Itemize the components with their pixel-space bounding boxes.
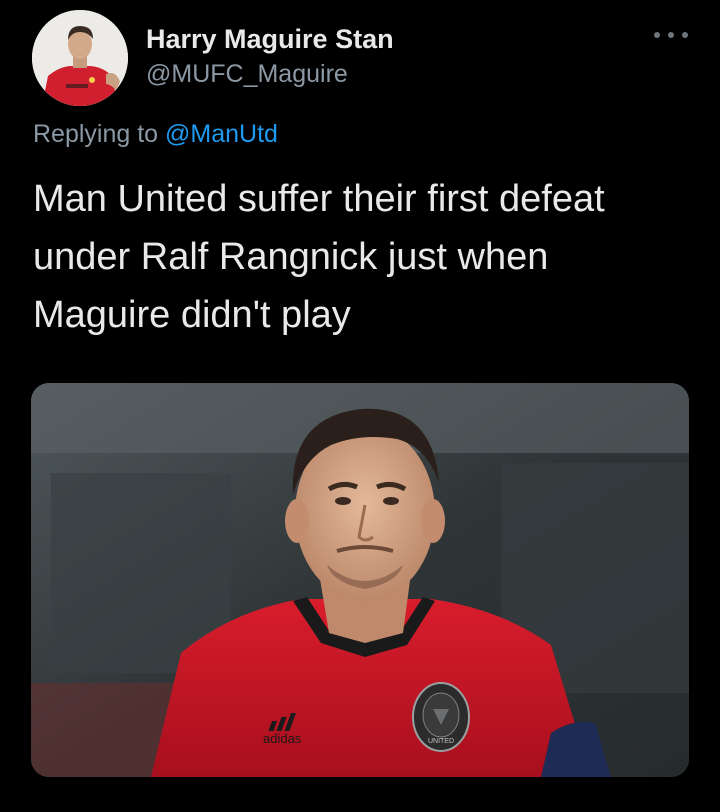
more-options-icon[interactable] — [654, 28, 688, 42]
more-dot — [668, 32, 674, 38]
user-handle[interactable]: @MUFC_Maguire — [146, 60, 348, 89]
tweet-media-photo[interactable]: adidas UNITED — [31, 383, 689, 777]
avatar-image — [32, 10, 128, 106]
more-dot — [654, 32, 660, 38]
tweet-text-line: Maguire didn't play — [33, 294, 351, 336]
replying-to-mention[interactable]: @ManUtd — [165, 120, 278, 148]
tweet: Harry Maguire Stan @MUFC_Maguire Replyin… — [0, 0, 720, 812]
tweet-text-line: under Ralf Rangnick just when — [33, 236, 549, 278]
replying-to-prefix: Replying to — [33, 120, 159, 148]
more-dot — [682, 32, 688, 38]
tweet-text-line: Man United suffer their first defeat — [33, 178, 605, 220]
player-photo: adidas UNITED — [31, 383, 689, 777]
tweet-text: Man United suffer their first defeat und… — [33, 170, 683, 344]
avatar[interactable] — [32, 10, 128, 106]
display-name[interactable]: Harry Maguire Stan — [146, 24, 394, 55]
kit-brand-text: adidas — [263, 731, 302, 746]
replying-to: Replying to @ManUtd — [33, 120, 278, 149]
badge-text: UNITED — [428, 738, 454, 745]
